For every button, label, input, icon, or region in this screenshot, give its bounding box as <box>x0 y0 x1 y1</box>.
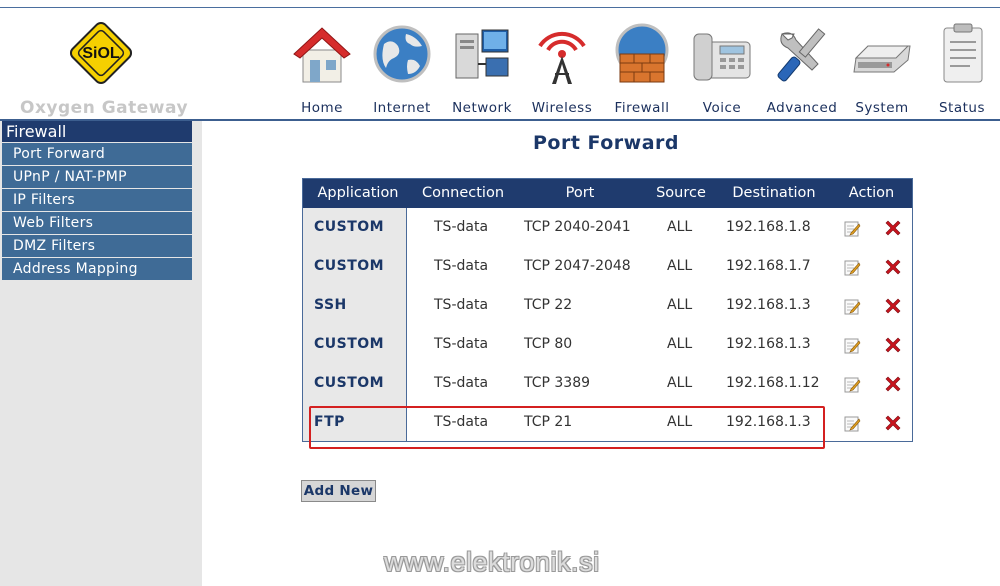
cell-source: ALL <box>667 219 693 235</box>
sidebar-item-ip-filters[interactable]: IP Filters <box>2 189 192 211</box>
delete-icon[interactable] <box>883 296 903 316</box>
table-row: CUSTOM TS-data TCP 80 ALL 192.168.1.3 <box>303 325 912 364</box>
cell-destination: 192.168.1.7 <box>726 258 811 274</box>
edit-icon[interactable] <box>844 337 861 354</box>
delete-icon[interactable] <box>883 374 903 394</box>
cell-application: CUSTOM <box>314 219 385 235</box>
nav-label: Status <box>938 100 986 116</box>
column-header-source: Source <box>656 185 706 201</box>
nav-label: Wireless <box>531 100 593 116</box>
cell-source: ALL <box>667 297 693 313</box>
network-icon <box>450 20 514 86</box>
cell-application: CUSTOM <box>314 336 385 352</box>
nav-system[interactable]: System <box>842 14 922 119</box>
sidebar-title: Firewall <box>2 121 192 142</box>
cell-source: ALL <box>667 414 693 430</box>
cell-source: ALL <box>667 336 693 352</box>
column-header-action: Action <box>848 185 895 201</box>
cell-destination: 192.168.1.3 <box>726 414 811 430</box>
edit-icon[interactable] <box>844 376 861 393</box>
cell-connection: TS-data <box>434 219 489 235</box>
nav-advanced[interactable]: Advanced <box>762 14 842 119</box>
delete-icon[interactable] <box>883 218 903 238</box>
nav-label: Home <box>301 100 343 116</box>
firewall-icon <box>610 20 674 86</box>
nav-wireless[interactable]: Wireless <box>522 14 602 119</box>
cell-port: TCP 2040-2041 <box>524 219 631 235</box>
column-header-application: Application <box>317 185 399 201</box>
column-header-connection: Connection <box>421 185 505 201</box>
edit-icon[interactable] <box>844 220 861 237</box>
port-forward-table: Application Connection Port Source Desti… <box>302 178 913 442</box>
cell-port: TCP 22 <box>524 297 573 313</box>
table-row: FTP TS-data TCP 21 ALL 192.168.1.3 <box>303 403 912 442</box>
cell-destination: 192.168.1.3 <box>726 336 811 352</box>
cell-port: TCP 80 <box>524 336 573 352</box>
nav-firewall[interactable]: Firewall <box>602 14 682 119</box>
wireless-icon <box>530 20 594 86</box>
sidebar-item-web-filters[interactable]: Web Filters <box>2 212 192 234</box>
header: SiOL Oxygen Gateway Home Internet Networ… <box>0 0 1000 121</box>
add-new-button[interactable]: Add New <box>301 480 376 502</box>
cell-port: TCP 21 <box>524 414 573 430</box>
nav-label: Firewall <box>614 100 670 116</box>
cell-connection: TS-data <box>434 258 489 274</box>
table-row: SSH TS-data TCP 22 ALL 192.168.1.3 <box>303 286 912 325</box>
nav-label: Internet <box>373 100 431 116</box>
nav-voice[interactable]: Voice <box>682 14 762 119</box>
home-icon <box>290 20 354 86</box>
cell-connection: TS-data <box>434 414 489 430</box>
delete-icon[interactable] <box>883 335 903 355</box>
siol-logo: SiOL <box>66 18 136 88</box>
sidebar-item-upnp[interactable]: UPnP / NAT-PMP <box>2 166 192 188</box>
nav-internet[interactable]: Internet <box>362 14 442 119</box>
tools-icon <box>770 20 834 86</box>
page-title: Port Forward <box>532 132 680 154</box>
cell-application: CUSTOM <box>314 375 385 391</box>
cell-port: TCP 3389 <box>524 375 591 391</box>
table-row: CUSTOM TS-data TCP 2040-2041 ALL 192.168.1.8 <box>303 208 912 247</box>
cell-application: CUSTOM <box>314 258 385 274</box>
nav-label: Voice <box>702 100 742 116</box>
globe-icon <box>370 20 434 86</box>
edit-icon[interactable] <box>844 259 861 276</box>
nav-label: System <box>855 100 909 116</box>
cell-application: FTP <box>314 414 345 430</box>
cell-source: ALL <box>667 375 693 391</box>
delete-icon[interactable] <box>883 257 903 277</box>
nav-home[interactable]: Home <box>282 14 362 119</box>
nav-status[interactable]: Status <box>922 14 1000 119</box>
cell-destination: 192.168.1.8 <box>726 219 811 235</box>
cell-connection: TS-data <box>434 297 489 313</box>
cell-destination: 192.168.1.3 <box>726 297 811 313</box>
table-row: CUSTOM TS-data TCP 3389 ALL 192.168.1.12 <box>303 364 912 403</box>
cell-connection: TS-data <box>434 375 489 391</box>
sidebar-item-port-forward[interactable]: Port Forward <box>2 143 192 165</box>
brand-name: Oxygen Gateway <box>20 98 189 118</box>
cell-destination: 192.168.1.12 <box>726 375 820 391</box>
table-header: Application Connection Port Source Desti… <box>303 179 912 208</box>
cell-source: ALL <box>667 258 693 274</box>
svg-text:SiOL: SiOL <box>82 45 120 62</box>
clipboard-icon <box>930 20 994 86</box>
sidebar-item-dmz-filters[interactable]: DMZ Filters <box>2 235 192 257</box>
cell-port: TCP 2047-2048 <box>524 258 631 274</box>
edit-icon[interactable] <box>844 415 861 432</box>
header-top-border <box>0 7 1000 8</box>
sidebar: Firewall Port Forward UPnP / NAT-PMP IP … <box>2 121 192 280</box>
column-header-port: Port <box>565 185 595 201</box>
edit-icon[interactable] <box>844 298 861 315</box>
table-row: CUSTOM TS-data TCP 2047-2048 ALL 192.168.1.7 <box>303 247 912 286</box>
column-header-destination: Destination <box>732 185 816 201</box>
router-icon <box>850 20 914 86</box>
nav-label: Advanced <box>766 100 838 116</box>
delete-icon[interactable] <box>883 413 903 433</box>
sidebar-item-address-mapping[interactable]: Address Mapping <box>2 258 192 280</box>
nav-label: Network <box>452 100 512 116</box>
nav-network[interactable]: Network <box>442 14 522 119</box>
cell-application: SSH <box>314 297 347 313</box>
phone-icon <box>690 20 754 86</box>
watermark: www.elektronik.si <box>384 547 600 577</box>
cell-connection: TS-data <box>434 336 489 352</box>
